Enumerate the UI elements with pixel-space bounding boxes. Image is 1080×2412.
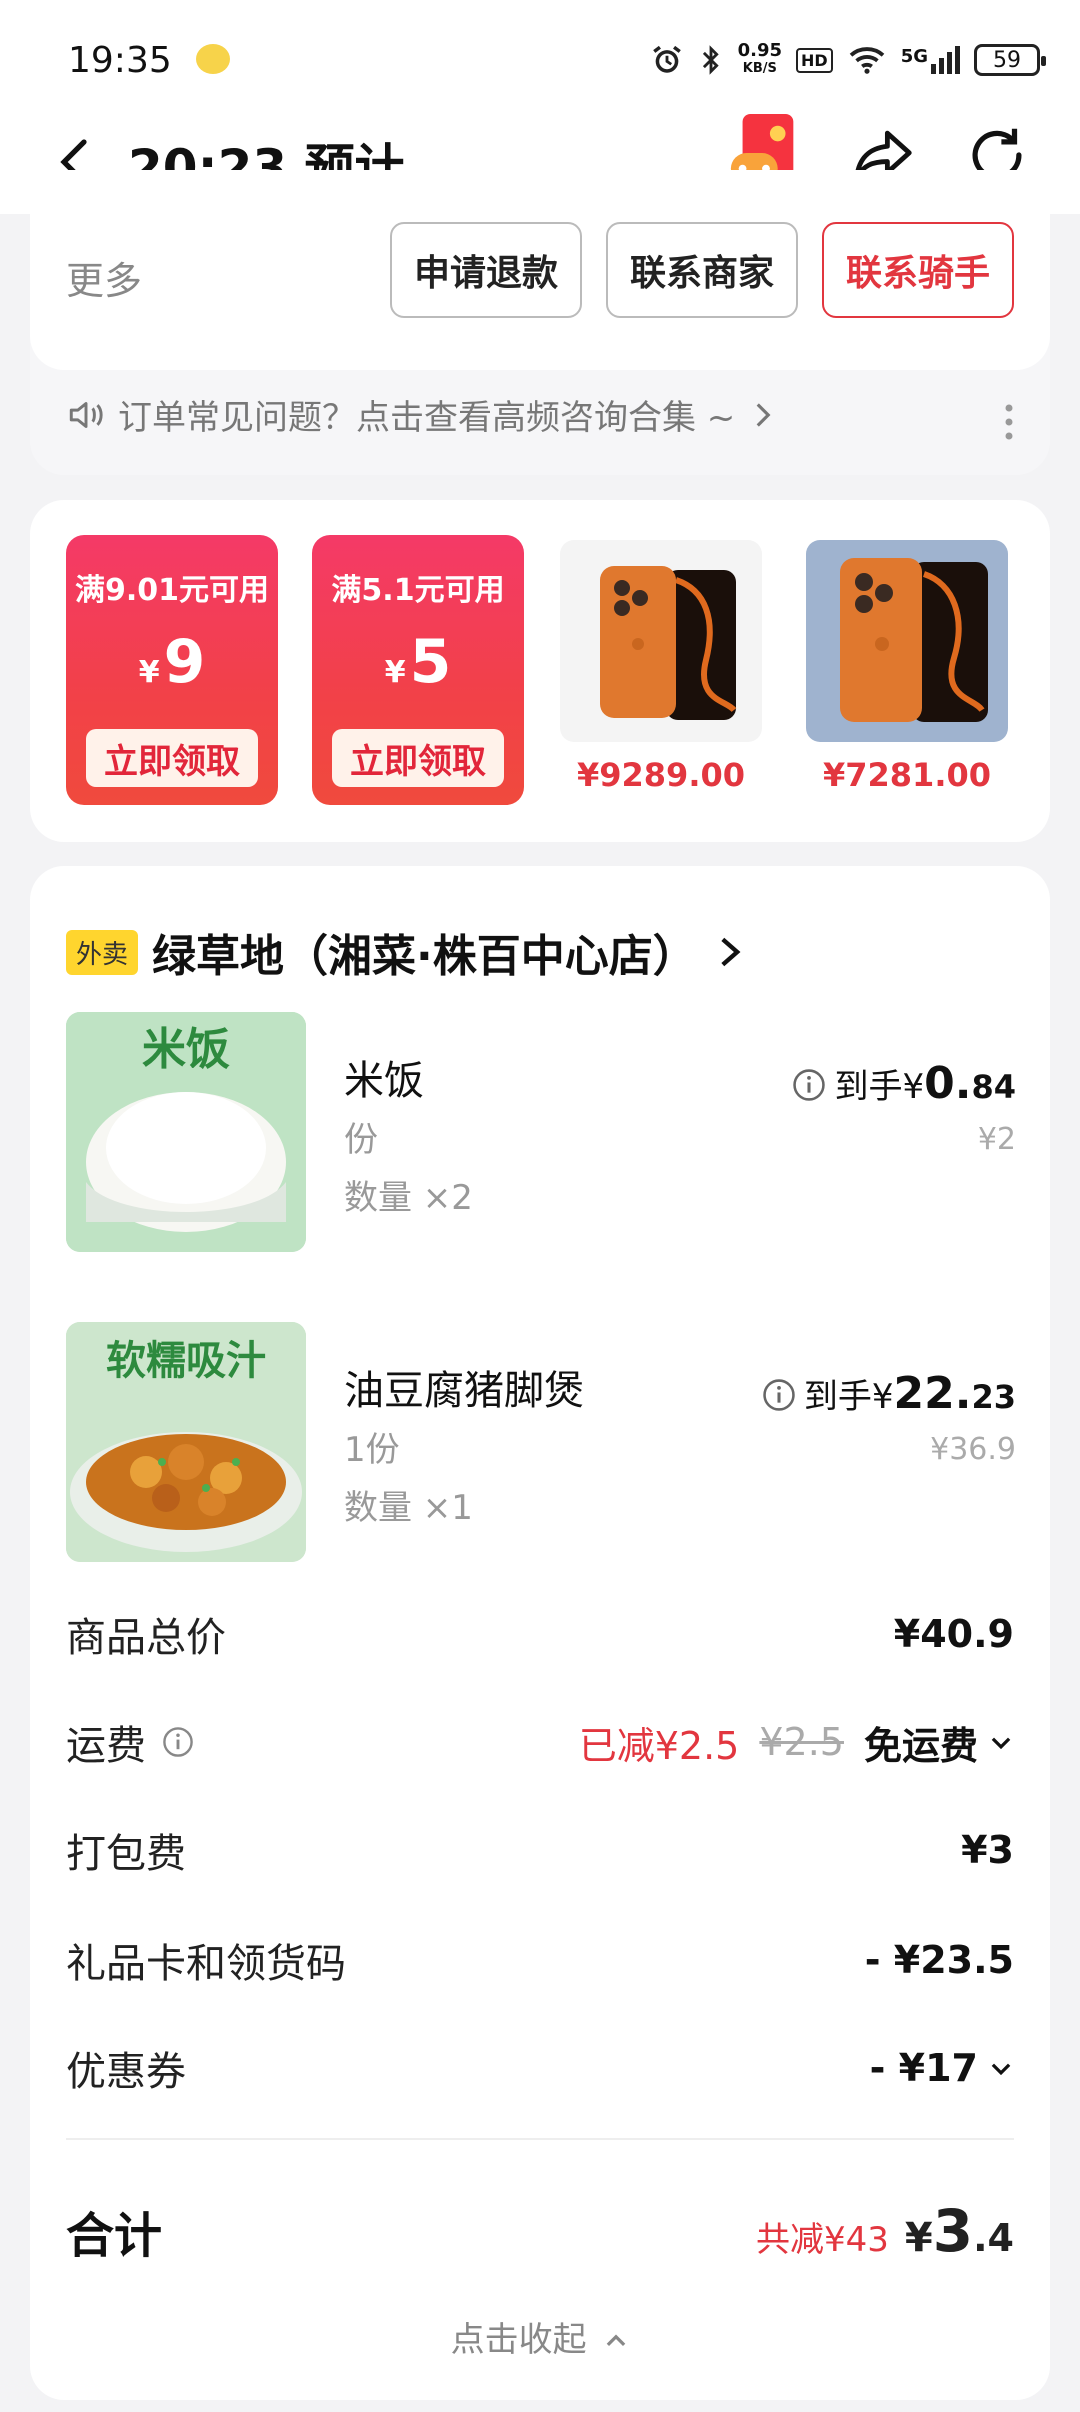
packing-fee-label: 打包费 <box>66 1831 186 1877</box>
faq-text: 订单常见问题？点击查看高频咨询合集 ~ <box>118 398 736 438</box>
coupon-condition: 满5.1元可用 <box>331 573 505 608</box>
status-time: 19:35 <box>68 40 172 81</box>
chevron-right-icon <box>756 402 771 427</box>
bluetooth-icon <box>702 45 719 75</box>
shipping-original: ¥2.5 <box>759 1720 844 1764</box>
total-label: 合计 <box>66 2208 163 2264</box>
coupon-row[interactable]: 优惠券 - ¥17 <box>66 2038 1014 2098</box>
alarm-icon <box>652 45 681 73</box>
app-notification-icon <box>196 44 230 74</box>
refund-button[interactable]: 申请退款 <box>390 222 582 318</box>
original-price: ¥2 <box>977 1122 1016 1157</box>
claim-coupon-button[interactable]: 立即领取 <box>86 729 258 787</box>
product-image <box>560 540 762 742</box>
giftcard-row: 礼品卡和领货码 - ¥23.5 <box>66 1930 1014 1990</box>
coupon-label: 优惠券 <box>66 2049 186 2095</box>
final-price: 到手¥ 22. 23 <box>762 1368 1016 1419</box>
order-detail-card: 外卖 绿草地（湘菜·株百中心店） 米饭 米饭 份 数量 ×2 到手¥ 0. 84 ¥… <box>30 866 1050 2400</box>
total-value: 共减¥43 ¥ 3 .4 <box>756 2197 1014 2265</box>
coupon-amount: ¥9 <box>138 627 206 697</box>
svg-text:软糯吸汁: 软糯吸汁 <box>106 1338 266 1384</box>
goods-total-row: 商品总价 ¥40.9 <box>66 1604 1014 1664</box>
dish-spec: 1份 <box>344 1430 400 1470</box>
coupon-value: - ¥17 <box>870 2046 1014 2090</box>
chevron-up-icon <box>607 2334 626 2347</box>
shipping-label: 运费 <box>66 1713 194 1771</box>
status-icons: 0.95 KB/S HD 5G 59 <box>650 40 1046 80</box>
product-image <box>806 540 1008 742</box>
chevron-right-icon <box>721 937 741 967</box>
chevron-down-icon[interactable] <box>988 2055 1014 2081</box>
speaker-icon <box>69 401 103 428</box>
coupon-condition: 满9.01元可用 <box>74 573 270 608</box>
chevron-down-icon[interactable] <box>988 1729 1014 1755</box>
dish-image: 米饭 <box>66 1012 306 1252</box>
order-actions-card: 更多 申请退款 联系商家 联系骑手 订单常见问题？点击查看高频咨询合集 ~ <box>30 170 1050 475</box>
hd-badge: HD <box>796 47 833 73</box>
store-header[interactable]: 外卖 绿草地（湘菜·株百中心店） <box>66 920 745 984</box>
dish-spec: 份 <box>344 1120 378 1160</box>
product-card[interactable]: ¥7281.00 <box>806 540 1008 794</box>
contact-merchant-button[interactable]: 联系商家 <box>606 222 798 318</box>
promo-card: 满9.01元可用 ¥9 立即领取 满5.1元可用 ¥5 立即领取 ¥9289.0… <box>30 500 1050 842</box>
giftcard-value: - ¥23.5 <box>864 1938 1014 1982</box>
coupon-amount: ¥5 <box>384 627 452 697</box>
shipping-row[interactable]: 运费 已减¥2.5 ¥2.5 免运费 <box>66 1712 1014 1772</box>
svg-text:米饭: 米饭 <box>142 1024 230 1075</box>
packing-fee-row: 打包费 ¥3 <box>66 1820 1014 1880</box>
dish-name: 油豆腐猪脚煲 <box>344 1368 584 1414</box>
dish-image: 软糯吸汁 <box>66 1322 306 1562</box>
info-icon[interactable] <box>162 1726 194 1758</box>
signal-icon: 5G <box>901 46 960 74</box>
list-item[interactable]: 软糯吸汁 油豆腐猪脚煲 1份 数量 ×1 到手¥ 22. 23 ¥36.9 <box>66 1322 1016 1562</box>
shipping-value: 已减¥2.5 ¥2.5 免运费 <box>579 1715 1014 1770</box>
free-shipping: 免运费 <box>863 1723 978 1768</box>
dish-quantity: 数量 ×1 <box>344 1488 473 1528</box>
store-name: 绿草地（湘菜·株百中心店） <box>152 931 697 982</box>
coupon-card[interactable]: 满9.01元可用 ¥9 立即领取 <box>66 535 278 805</box>
contact-rider-button[interactable]: 联系骑手 <box>822 222 1014 318</box>
dish-name: 米饭 <box>344 1058 424 1104</box>
dish-quantity: 数量 ×2 <box>344 1178 473 1218</box>
coupon-card[interactable]: 满5.1元可用 ¥5 立即领取 <box>312 535 524 805</box>
more-dots-icon[interactable] <box>1004 402 1014 442</box>
info-icon[interactable] <box>762 1378 796 1412</box>
giftcard-label: 礼品卡和领货码 <box>66 1941 346 1987</box>
list-item[interactable]: 米饭 米饭 份 数量 ×2 到手¥ 0. 84 ¥2 <box>66 1012 1016 1252</box>
final-price: 到手¥ 0. 84 <box>792 1058 1016 1109</box>
product-card[interactable]: ¥9289.00 <box>560 540 762 794</box>
battery-icon: 59 <box>974 44 1046 76</box>
faq-link[interactable]: 订单常见问题？点击查看高频咨询合集 ~ <box>66 390 777 439</box>
product-price: ¥7281.00 <box>822 756 991 794</box>
packing-fee-value: ¥3 <box>961 1828 1014 1872</box>
total-row: 合计 共减¥43 ¥ 3 .4 <box>66 2186 1014 2276</box>
delivery-tag: 外卖 <box>66 929 139 975</box>
divider <box>66 2138 1014 2140</box>
goods-total-label: 商品总价 <box>66 1615 226 1661</box>
product-price: ¥9289.00 <box>576 756 745 794</box>
claim-coupon-button[interactable]: 立即领取 <box>332 729 504 787</box>
more-label[interactable]: 更多 <box>66 250 142 305</box>
net-speed: 0.95 KB/S <box>737 40 783 77</box>
status-bar: 19:35 0.95 KB/S HD 5G 59 <box>0 0 1080 110</box>
collapse-button[interactable]: 点击收起 <box>30 2312 1050 2361</box>
goods-total-value: ¥40.9 <box>893 1612 1014 1656</box>
total-saved: 共减¥43 <box>756 2220 889 2260</box>
order-actions-row: 更多 申请退款 联系商家 联系骑手 <box>30 170 1050 370</box>
shipping-reduced: 已减¥2.5 <box>578 1723 740 1768</box>
original-price: ¥36.9 <box>930 1432 1016 1467</box>
wifi-icon <box>849 47 884 74</box>
info-icon[interactable] <box>792 1068 826 1102</box>
